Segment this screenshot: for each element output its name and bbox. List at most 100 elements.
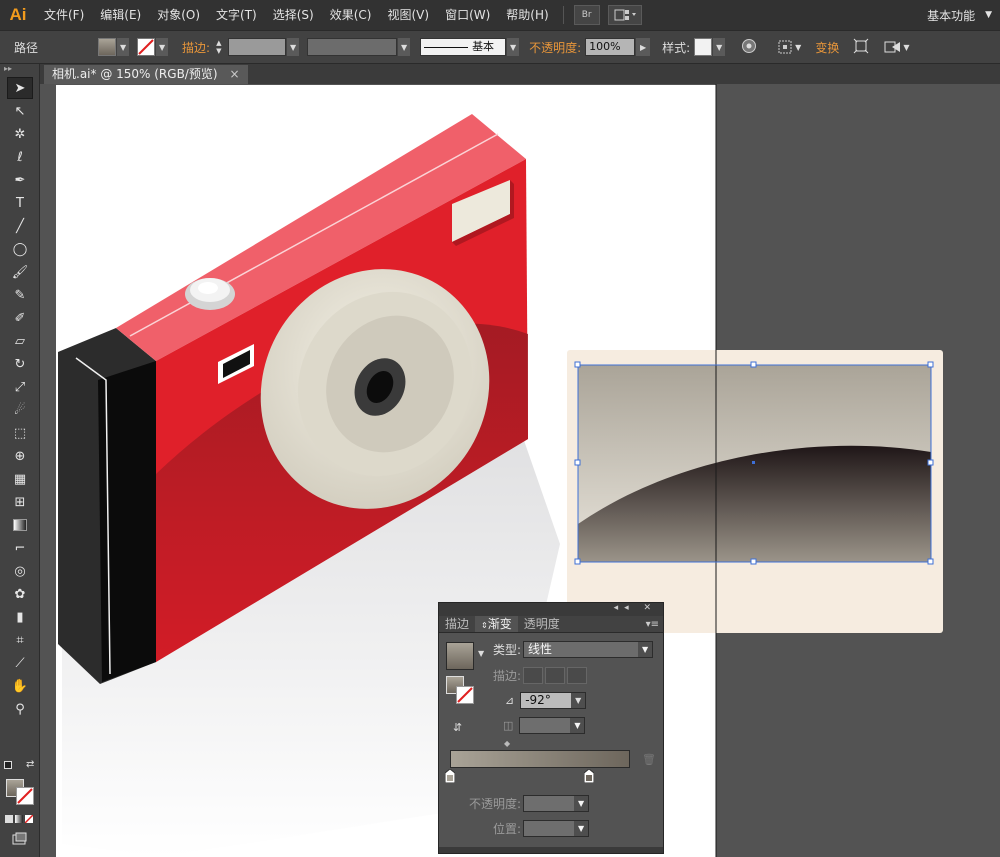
panel-grip-icon[interactable]: ▸▸ — [0, 64, 39, 76]
stroke-none-icon[interactable] — [456, 686, 474, 704]
menu-type[interactable]: 文字(T) — [208, 0, 265, 30]
chevron-down-icon[interactable]: ▼ — [478, 649, 484, 658]
none-mode-icon[interactable] — [25, 815, 33, 823]
stroke-label[interactable]: 描边: — [182, 39, 210, 56]
menu-object[interactable]: 对象(O) — [149, 0, 208, 30]
symbol-sprayer-icon[interactable]: ✿ — [7, 583, 33, 605]
stroke-weight-stepper[interactable]: ▲ ▼ ▼ — [216, 38, 300, 56]
color-mode-buttons[interactable] — [5, 815, 33, 823]
gradient-icon[interactable] — [7, 514, 33, 536]
type-select[interactable]: 线性 ▼ — [523, 641, 654, 658]
menu-help[interactable]: 帮助(H) — [498, 0, 556, 30]
gradient-swatch[interactable] — [446, 642, 474, 670]
profile-field — [307, 38, 398, 56]
opacity-dropdown[interactable]: 100% ▶ — [585, 38, 651, 56]
brush-definition[interactable]: 基本 ▼ — [420, 38, 520, 56]
transform-label[interactable]: 变换 — [815, 39, 839, 56]
tab-transparency[interactable]: 透明度 — [518, 616, 566, 632]
zoom-icon[interactable]: ⚲ — [7, 698, 33, 720]
graphic-style-dropdown[interactable]: ▼ — [694, 38, 726, 56]
arrange-documents-button[interactable] — [607, 5, 642, 25]
magic-wand-icon[interactable]: ✲ — [7, 123, 33, 145]
tab-stroke[interactable]: 描边 — [439, 616, 475, 632]
isolate-button[interactable] — [853, 38, 869, 57]
document-tab[interactable]: 相机.ai* @ 150% (RGB/预览) × — [44, 65, 248, 84]
chevron-down-icon: ▼ — [398, 38, 411, 56]
screen-mode-button[interactable] — [12, 832, 28, 849]
column-graph-icon[interactable]: ▮ — [7, 606, 33, 628]
menu-select[interactable]: 选择(S) — [265, 0, 322, 30]
menu-window[interactable]: 窗口(W) — [437, 0, 498, 30]
chevron-down-icon: ▼ — [570, 718, 585, 733]
gradient-midpoint-icon[interactable]: ◆ — [504, 739, 510, 748]
graph-icon[interactable]: ▦ — [7, 468, 33, 490]
menu-file[interactable]: 文件(F) — [36, 0, 92, 30]
opacity-field[interactable]: 100% — [585, 38, 636, 56]
direct-selection-icon[interactable]: ↖ — [7, 100, 33, 122]
color-stop-right[interactable] — [584, 769, 594, 783]
stop-location-field[interactable]: ▼ — [523, 820, 590, 837]
eraser-icon[interactable]: ▱ — [7, 330, 33, 352]
align-dropdown[interactable]: ▼ — [777, 39, 801, 55]
type-icon[interactable]: T — [7, 192, 33, 214]
stroke-swatch[interactable]: ▼ — [137, 38, 169, 56]
panel-title-bar[interactable]: ◂◂ ✕ — [439, 603, 663, 616]
chevron-down-icon: ▼ — [713, 38, 726, 56]
collapse-close-icon[interactable]: ◂◂ ✕ — [614, 603, 657, 613]
warp-icon[interactable]: ☄ — [7, 399, 33, 421]
fill-stroke-widget[interactable]: ⇄ — [4, 759, 36, 811]
menu-effect[interactable]: 效果(C) — [322, 0, 380, 30]
pencil-icon[interactable]: ✎ — [7, 284, 33, 306]
swap-colors-icon[interactable]: ⇄ — [26, 759, 34, 770]
variable-width-profile[interactable]: ▼ — [307, 38, 411, 56]
color-icon[interactable] — [5, 815, 13, 823]
shape-builder-icon[interactable]: ⊕ — [7, 445, 33, 467]
hand-icon[interactable]: ✋ — [7, 675, 33, 697]
reverse-gradient-icon[interactable]: ⇵ — [453, 721, 462, 734]
fill-swatch[interactable]: ▼ — [98, 38, 130, 56]
opacity-label[interactable]: 不透明度: — [529, 39, 581, 56]
recolor-artwork-button[interactable] — [741, 38, 757, 57]
panel-options-dropdown[interactable]: ▼ — [883, 39, 909, 55]
lasso-icon[interactable]: ℓ — [7, 146, 33, 168]
tab-gradient[interactable]: ⇕渐变 — [475, 616, 518, 632]
close-icon[interactable]: × — [230, 67, 240, 81]
pen-icon[interactable]: ✒ — [7, 169, 33, 191]
menu-view[interactable]: 视图(V) — [379, 0, 437, 30]
panel-menu-icon[interactable]: ▾≡ — [646, 616, 659, 633]
stroke-weight-field[interactable] — [228, 38, 287, 56]
style-swatch-icon — [694, 38, 713, 56]
angle-field[interactable]: -92° ▼ — [520, 692, 587, 709]
workspace-label[interactable]: 基本功能 — [917, 7, 985, 24]
ellipse-icon[interactable]: ◯ — [7, 238, 33, 260]
stroke-none-icon[interactable] — [16, 787, 34, 805]
blob-brush-icon[interactable]: ✐ — [7, 307, 33, 329]
aspect-ratio-field[interactable]: ▼ — [519, 717, 586, 734]
panel-tabs: 描边 ⇕渐变 透明度 ▾≡ — [439, 616, 663, 633]
menu-edit[interactable]: 编辑(E) — [92, 0, 149, 30]
color-stop-left[interactable] — [445, 769, 455, 783]
free-transform-icon[interactable]: ⬚ — [7, 422, 33, 444]
selection-icon[interactable]: ➤ — [7, 77, 33, 99]
workspace-switcher[interactable]: 基本功能 ▼ — [917, 0, 1000, 30]
paintbrush-icon[interactable]: 🖌 — [7, 261, 33, 283]
screen-mode-icon — [12, 832, 27, 845]
slice-icon[interactable]: ⟋ — [7, 652, 33, 674]
artboard-icon[interactable]: ⌗ — [7, 629, 33, 651]
rotate-icon[interactable]: ↻ — [7, 353, 33, 375]
bridge-button[interactable]: Br — [573, 5, 600, 25]
stop-opacity-field[interactable]: ▼ — [523, 795, 590, 812]
panel-resize-grip[interactable] — [439, 847, 663, 853]
delete-stop-icon[interactable]: 🗑 — [642, 753, 656, 766]
stop-opacity-label: 不透明度: — [469, 797, 522, 811]
gradient-mode-icon[interactable] — [15, 815, 23, 823]
eyedropper-icon[interactable]: ⌐ — [7, 537, 33, 559]
gradient-slider[interactable] — [450, 750, 630, 768]
scale-icon[interactable]: ⤢ — [7, 376, 33, 398]
blend-icon[interactable]: ◎ — [7, 560, 33, 582]
default-colors-icon[interactable] — [4, 761, 12, 769]
stroke-gradient-options-icon[interactable] — [523, 667, 588, 684]
mesh-icon[interactable]: ⊞ — [7, 491, 33, 513]
line-icon[interactable]: ╱ — [7, 215, 33, 237]
fill-stroke-mini[interactable] — [446, 676, 476, 706]
